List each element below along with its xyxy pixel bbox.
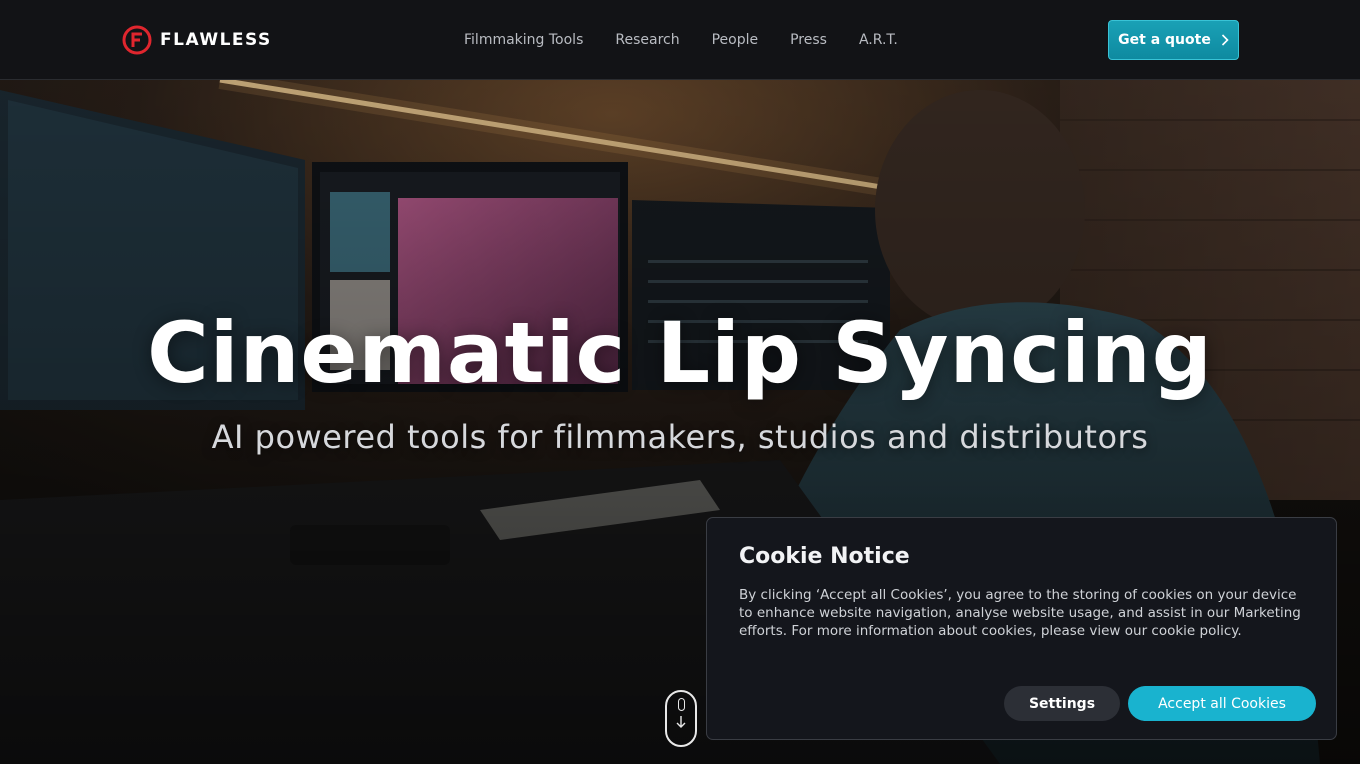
accept-all-cookies-button[interactable]: Accept all Cookies bbox=[1128, 686, 1316, 721]
mouse-scroll-down-icon[interactable] bbox=[665, 690, 697, 747]
nav-research[interactable]: Research bbox=[599, 30, 695, 50]
main-nav: Filmmaking Tools Research People Press A… bbox=[448, 30, 914, 50]
flawless-logo-icon bbox=[122, 25, 152, 55]
arrow-down-icon bbox=[676, 716, 686, 728]
mouse-wheel bbox=[677, 698, 685, 711]
nav-filmmaking-tools[interactable]: Filmmaking Tools bbox=[448, 30, 599, 50]
nav-art[interactable]: A.R.T. bbox=[843, 30, 914, 50]
chevron-right-icon bbox=[1221, 34, 1229, 46]
nav-press[interactable]: Press bbox=[774, 30, 843, 50]
get-a-quote-button[interactable]: Get a quote bbox=[1108, 20, 1239, 60]
brand-logo-link[interactable]: FLAWLESS bbox=[122, 25, 272, 55]
cookie-settings-button[interactable]: Settings bbox=[1004, 686, 1120, 721]
hero-subtitle: AI powered tools for filmmakers, studios… bbox=[211, 418, 1149, 456]
cookie-notice-dialog: Cookie Notice By clicking ‘Accept all Co… bbox=[706, 517, 1337, 740]
cookie-notice-text: By clicking ‘Accept all Cookies’, you ag… bbox=[739, 587, 1301, 639]
nav-people[interactable]: People bbox=[696, 30, 775, 50]
top-navigation-bar: FLAWLESS Filmmaking Tools Research Peopl… bbox=[0, 0, 1360, 80]
hero-title: Cinematic Lip Syncing bbox=[147, 304, 1213, 402]
get-a-quote-label: Get a quote bbox=[1118, 32, 1211, 48]
cookie-notice-title: Cookie Notice bbox=[739, 544, 910, 569]
brand-name: FLAWLESS bbox=[160, 30, 272, 50]
